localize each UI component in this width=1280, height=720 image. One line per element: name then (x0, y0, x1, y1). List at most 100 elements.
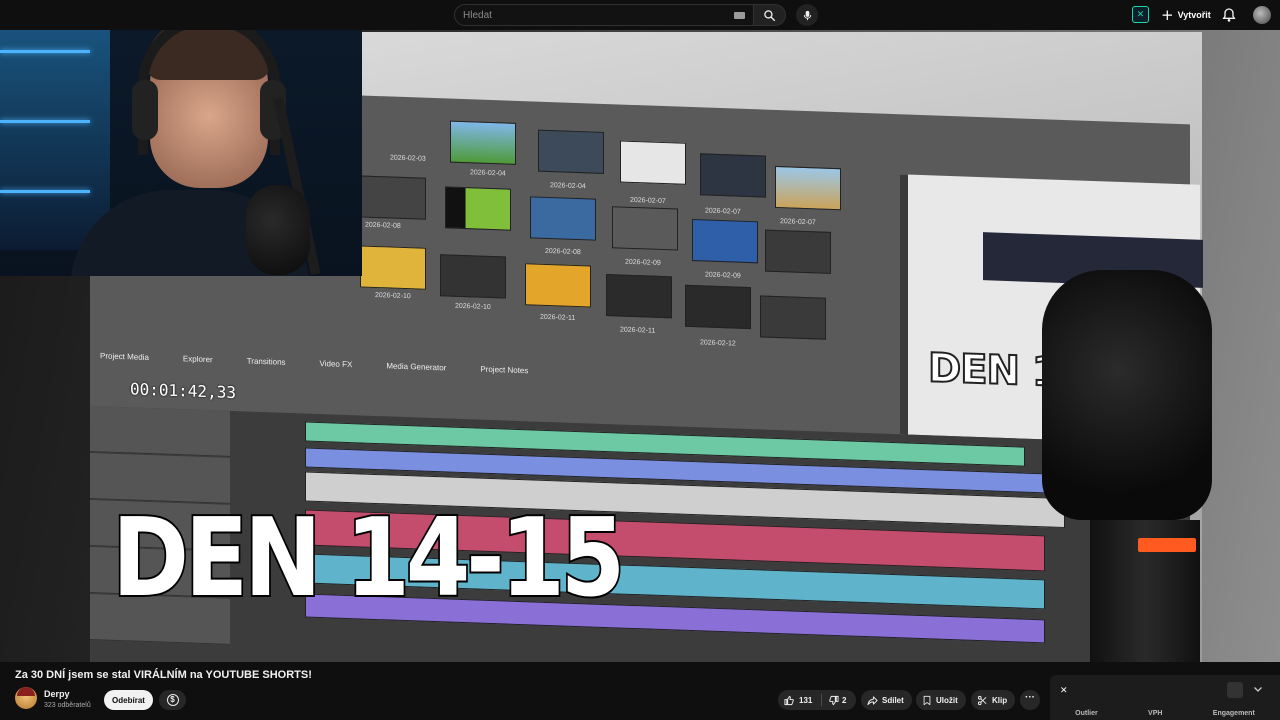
thumbs-up-icon (784, 695, 794, 705)
editor-tab: Transitions (246, 356, 286, 367)
clip-button[interactable]: Klip (971, 690, 1016, 710)
search-box (454, 4, 754, 26)
tab-vph[interactable]: VPH (1148, 710, 1162, 717)
more-actions-button[interactable]: ··· (1020, 690, 1040, 710)
clip-label: Klip (992, 695, 1008, 705)
video-info-bar: Za 30 DNÍ jsem se stal VIRÁLNÍM na YOUTU… (0, 662, 1280, 720)
notifications-bell-icon[interactable] (1221, 6, 1237, 24)
microphone-icon (803, 10, 811, 20)
clip-date-label: 2026-02-08 (365, 221, 401, 230)
media-thumbnail (612, 206, 678, 251)
create-button[interactable]: + Vytvořit (1157, 5, 1215, 25)
channel-avatar[interactable] (15, 687, 37, 709)
dislike-button[interactable]: 2 (822, 690, 856, 710)
clip-date-label: 2026-02-10 (455, 302, 491, 311)
preview-day-text: DEN 1 (927, 344, 1060, 397)
extension-logo-icon: ✕ (1060, 686, 1068, 696)
media-thumbnail (525, 263, 591, 308)
media-thumbnail (760, 295, 826, 340)
clip-date-label: 2026-02-09 (705, 271, 741, 280)
subscriber-count: 323 odběratelů (44, 702, 91, 709)
save-button[interactable]: Uložit (916, 690, 966, 710)
clip-date-label: 2026-02-10 (375, 291, 411, 301)
search-icon (764, 9, 776, 21)
chevron-down-icon[interactable] (1252, 683, 1264, 695)
mic-led (1138, 538, 1196, 552)
media-thumbnail (445, 186, 511, 231)
microphone-foreground (1042, 270, 1212, 662)
track-header (90, 406, 230, 457)
search-input[interactable] (463, 8, 733, 22)
search-button[interactable] (754, 4, 786, 26)
thanks-button[interactable]: $ (159, 690, 186, 710)
media-thumbnail (450, 120, 516, 165)
dislike-count: 2 (842, 695, 847, 705)
thumbs-down-icon (829, 695, 839, 705)
share-label: Sdílet (882, 695, 904, 705)
clip-date-label: 2026-02-03 (390, 154, 426, 163)
subscribe-button[interactable]: Odebírat (104, 690, 153, 710)
media-thumbnail (765, 229, 831, 274)
clip-date-label: 2026-02-07 (780, 218, 816, 227)
youtube-watch-page: Project Media Explorer Transitions Video… (0, 0, 1280, 720)
save-label: Uložit (936, 695, 958, 705)
clip-date-label: 2026-02-09 (625, 258, 661, 267)
media-thumbnail (360, 245, 426, 290)
clip-date-label: 2026-02-12 (700, 339, 736, 348)
clip-date-label: 2026-02-04 (550, 182, 586, 191)
video-player[interactable]: Project Media Explorer Transitions Video… (0, 0, 1280, 662)
webcam-shelf (0, 50, 90, 53)
clip-date-label: 2026-02-11 (620, 326, 656, 335)
media-thumbnail (685, 284, 751, 330)
share-button[interactable]: Sdílet (861, 690, 912, 710)
avatar-hat (17, 687, 35, 696)
extension-tabs: Outlier VPH Engagement (1050, 710, 1280, 717)
video-title: Za 30 DNÍ jsem se stal VIRÁLNÍM na YOUTU… (15, 669, 312, 681)
headphones (138, 15, 280, 155)
bookmark-icon (923, 695, 931, 705)
media-thumbnail (606, 274, 672, 319)
like-count: 131 (799, 695, 813, 705)
webcam-shelf (0, 120, 90, 123)
voice-search-button[interactable] (796, 4, 818, 26)
webcam-shelf-light (0, 10, 110, 250)
share-icon (867, 695, 878, 705)
account-avatar[interactable] (1253, 6, 1271, 24)
mic-head (1042, 270, 1212, 520)
media-thumbnail (538, 129, 604, 174)
media-thumbnail (360, 175, 426, 220)
extension-panel: ✕ Outlier VPH Engagement (1050, 675, 1280, 720)
clip-date-label: 2026-02-11 (540, 313, 576, 322)
like-dislike-group: 131 2 (778, 690, 856, 710)
dollar-icon: $ (166, 694, 179, 706)
day-overlay-text: DEN 14-15 (110, 496, 627, 621)
media-thumbnail (700, 153, 766, 198)
tab-outlier[interactable]: Outlier (1075, 710, 1098, 717)
tab-engagement[interactable]: Engagement (1213, 710, 1255, 717)
clip-date-label: 2026-02-04 (470, 169, 506, 178)
top-bar: ✕ + Vytvořit (0, 0, 1280, 30)
editor-tab: Video FX (319, 359, 353, 370)
editor-timecode: 00:01:42,33 (130, 379, 236, 403)
media-thumbnail-grid: 2026-02-03 2026-02-04 2026-02-04 2026-02… (360, 95, 900, 414)
webcam-microphone (246, 185, 310, 275)
editor-tab: Project Media (100, 351, 149, 363)
webcam-shelf (0, 190, 90, 193)
clip-date-label: 2026-02-07 (630, 196, 666, 206)
keyboard-icon[interactable] (734, 12, 745, 19)
channel-name[interactable]: Derpy (44, 689, 70, 699)
scissors-icon (977, 695, 987, 705)
extension-icon[interactable]: ✕ (1132, 6, 1149, 23)
extension-export-icon[interactable] (1227, 682, 1243, 698)
media-thumbnail (692, 219, 758, 264)
webcam-overlay (0, 0, 362, 276)
plus-icon: + (1161, 5, 1174, 24)
headphone-ear (132, 80, 158, 140)
clip-date-label: 2026-02-08 (545, 247, 581, 257)
like-button[interactable]: 131 (778, 690, 821, 710)
editor-tab: Explorer (182, 354, 213, 365)
media-thumbnail (440, 254, 506, 299)
media-thumbnail (775, 165, 841, 211)
media-thumbnail (620, 140, 686, 185)
media-thumbnail (530, 196, 596, 241)
